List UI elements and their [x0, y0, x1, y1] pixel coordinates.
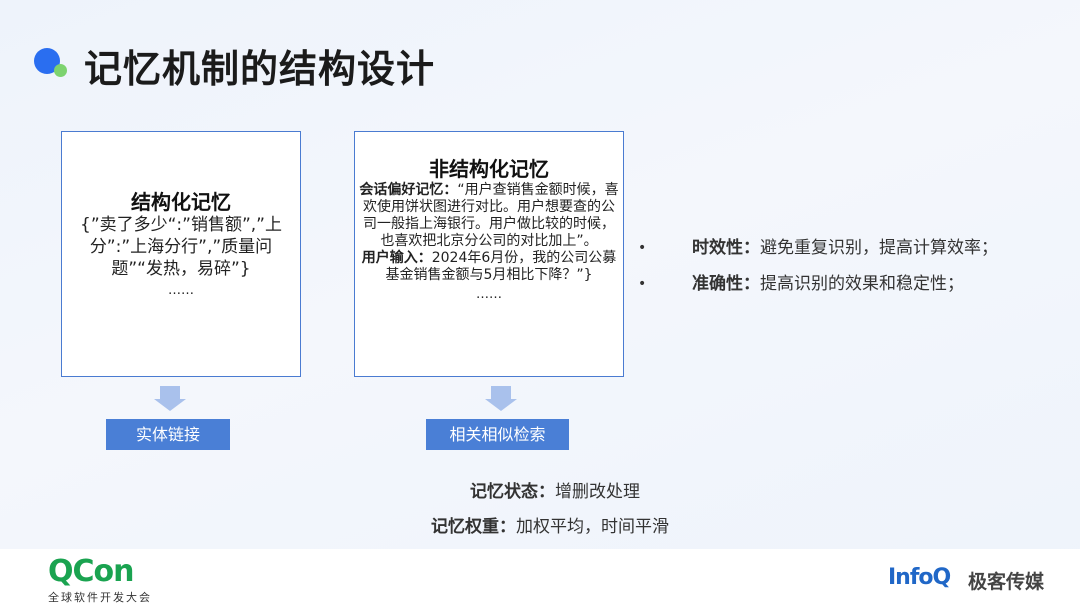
qcon-subtitle: 全球软件开发大会 [48, 591, 152, 604]
footer: QCon 全球软件开发大会 InfoQ 极客传媒 [0, 549, 1080, 609]
title-bullet-green-icon [54, 64, 67, 77]
memory-weight-text: 加权平均，时间平滑 [516, 517, 669, 537]
user-input: 用户输入：2024年6月份，我的公司公募基金销售金额与5月相比下降？”} [359, 250, 619, 284]
structured-memory-body: {”卖了多少“:”销售额”,”上分”:”上海分行”,”质量问题”“发热，易碎”} [80, 215, 282, 279]
unstructured-memory-box: 非结构化记忆 会话偏好记忆：“用户查销售金额时候，喜欢使用饼状图进行对比。用户想… [354, 131, 624, 377]
memory-state-line: 记忆状态：增删改处理 [0, 477, 1080, 502]
page-title: 记忆机制的结构设计 [84, 47, 436, 91]
list-item: • 时效性：避免重复识别，提高计算效率； [638, 230, 998, 266]
similar-search-tag: 相关相似检索 [426, 419, 569, 450]
user-input-label: 用户输入： [361, 250, 432, 266]
memory-state-text: 增删改处理 [555, 482, 640, 502]
memory-state-label: 记忆状态： [470, 482, 555, 502]
entity-link-tag: 实体链接 [106, 419, 230, 450]
accuracy-text: 提高识别的效果和稳定性； [760, 274, 964, 294]
unstructured-memory-ellipsis: …… [476, 287, 502, 302]
timeliness-label: 时效性： [692, 238, 760, 258]
structured-memory-ellipsis: …… [168, 283, 194, 298]
structured-memory-box: 结构化记忆 {”卖了多少“:”销售额”,”上分”:”上海分行”,”质量问题”“发… [61, 131, 301, 377]
bullet-icon: • [638, 276, 647, 292]
memory-weight-line: 记忆权重：加权平均，时间平滑 [0, 512, 1080, 537]
infoq-brand-cn: 极客传媒 [968, 571, 1045, 593]
unstructured-memory-heading: 非结构化记忆 [429, 157, 549, 181]
session-preference-label: 会话偏好记忆： [359, 182, 458, 198]
accuracy-label: 准确性： [692, 274, 760, 294]
infoq-logo: InfoQ [888, 565, 951, 590]
memory-weight-label: 记忆权重： [431, 517, 516, 537]
session-preference-memory: 会话偏好记忆：“用户查销售金额时候，喜欢使用饼状图进行对比。用户想要查的公司一般… [359, 182, 619, 250]
qcon-logo: QCon [48, 554, 134, 589]
list-item: • 准确性：提高识别的效果和稳定性； [638, 266, 998, 302]
benefits-list: • 时效性：避免重复识别，提高计算效率； • 准确性：提高识别的效果和稳定性； [638, 230, 998, 302]
structured-memory-heading: 结构化记忆 [131, 190, 231, 214]
timeliness-text: 避免重复识别，提高计算效率； [760, 238, 998, 258]
bullet-icon: • [638, 240, 647, 256]
